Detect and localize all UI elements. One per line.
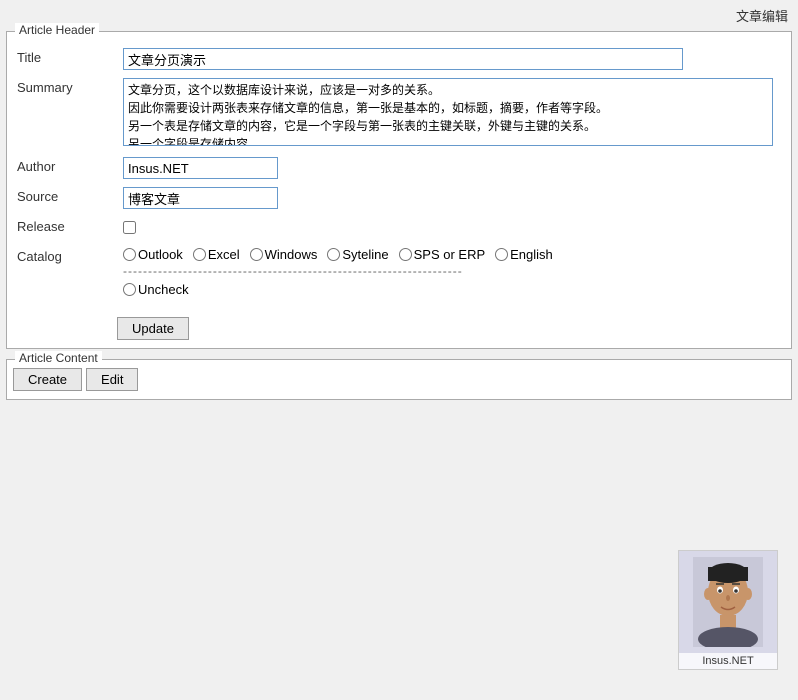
release-checkbox[interactable]	[123, 221, 136, 234]
catalog-radio-english[interactable]	[495, 248, 508, 261]
catalog-radio-uncheck[interactable]	[123, 283, 136, 296]
avatar-label: Insus.NET	[679, 653, 777, 669]
catalog-label: Catalog	[13, 245, 123, 264]
source-input[interactable]	[123, 187, 278, 209]
catalog-radio-outlook[interactable]	[123, 248, 136, 261]
catalog-divider: ----------------------------------------…	[123, 264, 785, 278]
create-button[interactable]: Create	[13, 368, 82, 391]
article-content-legend: Article Content	[15, 351, 102, 365]
catalog-item-syteline[interactable]: Syteline	[327, 247, 388, 262]
catalog-item-uncheck[interactable]: Uncheck	[123, 282, 189, 297]
source-label: Source	[13, 185, 123, 204]
catalog-item-english[interactable]: English	[495, 247, 553, 262]
avatar-image	[679, 551, 777, 653]
title-input[interactable]	[123, 48, 683, 70]
catalog-item-windows[interactable]: Windows	[250, 247, 318, 262]
edit-button[interactable]: Edit	[86, 368, 138, 391]
catalog-radio-excel[interactable]	[193, 248, 206, 261]
author-label: Author	[13, 155, 123, 174]
catalog-radio-sps-erp[interactable]	[399, 248, 412, 261]
catalog-radio-syteline[interactable]	[327, 248, 340, 261]
avatar: Insus.NET	[678, 550, 778, 670]
title-label: Title	[13, 46, 123, 65]
update-button[interactable]: Update	[117, 317, 189, 340]
author-input[interactable]	[123, 157, 278, 179]
catalog-item-outlook[interactable]: Outlook	[123, 247, 183, 262]
summary-textarea[interactable]: 文章分页，这个以数据库设计来说，应该是一对多的关系。 因此你需要设计两张表来存储…	[123, 78, 773, 146]
catalog-item-excel[interactable]: Excel	[193, 247, 240, 262]
page-title: 文章编辑	[736, 9, 788, 24]
uncheck-row: Uncheck	[123, 282, 785, 297]
release-label: Release	[13, 215, 123, 234]
uncheck-label: Uncheck	[138, 282, 189, 297]
catalog-radio-windows[interactable]	[250, 248, 263, 261]
summary-label: Summary	[13, 76, 123, 95]
catalog-options-row: Outlook Excel Windows Syteline	[123, 247, 785, 262]
catalog-item-sps-erp[interactable]: SPS or ERP	[399, 247, 486, 262]
article-header-legend: Article Header	[15, 23, 99, 37]
